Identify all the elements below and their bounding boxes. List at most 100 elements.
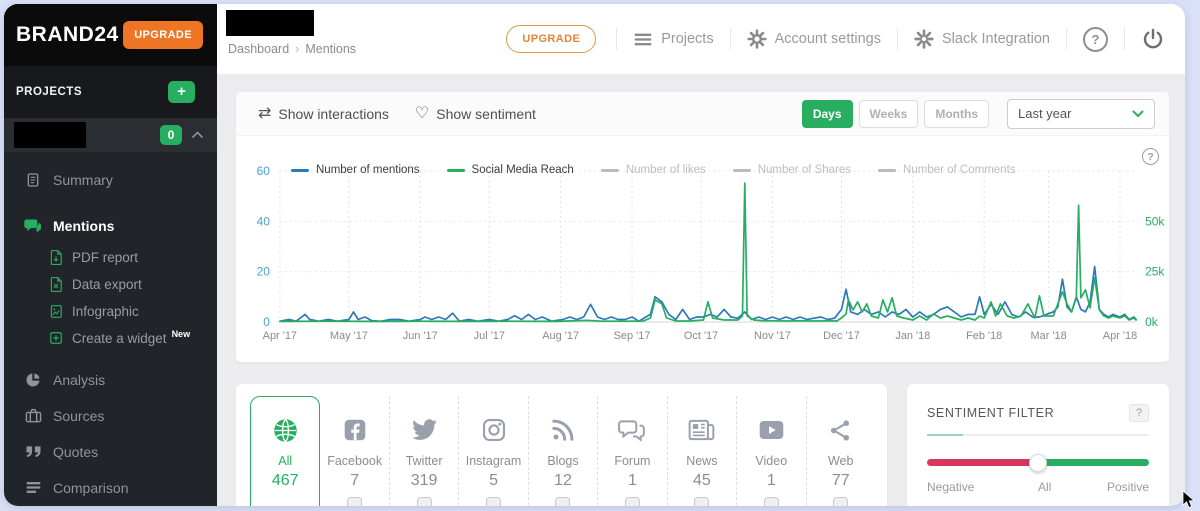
sidebar-item-data-export[interactable]: Data export — [4, 271, 217, 298]
source-count: 1 — [628, 472, 637, 490]
hamburger-icon — [633, 29, 653, 49]
legend-item-social-media-reach[interactable]: Social Media Reach — [447, 164, 574, 176]
breadcrumb: Dashboard › Mentions — [228, 42, 356, 56]
sidebar-item-analysis[interactable]: Analysis — [4, 362, 217, 398]
forum-icon — [618, 416, 646, 444]
chevron-up-icon[interactable] — [192, 131, 203, 139]
svg-text:20: 20 — [257, 265, 271, 279]
source-filter-instagram[interactable]: Instagram 5 — [458, 396, 527, 506]
divider — [927, 434, 1149, 436]
sentiment-slider-handle[interactable] — [1029, 454, 1047, 472]
breadcrumb-separator: › — [295, 42, 299, 56]
chart-legend: Number of mentions Social Media Reach Numb… — [291, 164, 1016, 176]
pdf-icon — [48, 250, 63, 265]
legend-item-number-of-comments[interactable]: Number of Comments — [878, 164, 1015, 176]
sidebar-item-comparison[interactable]: Comparison — [4, 470, 217, 506]
globe-icon — [271, 416, 299, 444]
date-range-select[interactable]: Last year — [1007, 99, 1155, 129]
sidebar-nav: Summary MentionsPDF reportData export Info… — [4, 152, 217, 506]
source-filter-all[interactable]: All467 — [250, 396, 320, 506]
sentiment-help-icon[interactable]: ? — [1129, 404, 1149, 422]
sidebar-item-create-widget[interactable]: Create a widgetNew — [4, 325, 217, 352]
legend-item-number-of-shares[interactable]: Number of Shares — [733, 164, 851, 176]
rss-icon — [549, 416, 577, 444]
bottom-row: All467Facebook7Twitter319 Instagram 5 Blogs… — [236, 384, 1169, 506]
sentiment-filter-title: SENTIMENT FILTER — [927, 406, 1054, 420]
source-checkbox[interactable] — [417, 497, 432, 506]
topbar-item-slack-integration[interactable]: Slack Integration — [914, 29, 1050, 49]
svg-text:Apr '18: Apr '18 — [1103, 330, 1137, 342]
topbar-upgrade-button[interactable]: UPGRADE — [506, 25, 596, 53]
svg-text:0k: 0k — [1145, 315, 1158, 329]
source-filter-news[interactable]: News45 — [667, 396, 736, 506]
show-interactions-toggle[interactable]: ⇄ Show interactions — [258, 106, 389, 122]
legend-item-number-of-likes[interactable]: Number of likes — [601, 164, 706, 176]
add-project-button[interactable]: + — [168, 81, 195, 103]
sidebar-item-pdf-report[interactable]: PDF report — [4, 244, 217, 271]
image-icon — [48, 304, 63, 319]
source-checkbox[interactable] — [833, 497, 848, 506]
main-area: Dashboard › Mentions UPGRADE Projects Acc… — [217, 4, 1185, 506]
twitter-icon — [410, 416, 438, 444]
svg-text:0: 0 — [263, 315, 270, 329]
sentiment-filter-card: SENTIMENT FILTER ? Negative All Positive — [907, 384, 1169, 506]
topbar-item-label: Slack Integration — [942, 31, 1050, 47]
sentiment-track-negative[interactable] — [927, 459, 1038, 466]
topbar-menu: UPGRADE Projects Account settings Slack In… — [506, 25, 1185, 53]
period-months-button[interactable]: Months — [924, 100, 989, 128]
sidebar-item-infographic[interactable]: Infographic — [4, 298, 217, 325]
source-label: Blogs — [547, 454, 578, 468]
source-checkbox[interactable] — [764, 497, 779, 506]
source-checkbox[interactable] — [694, 497, 709, 506]
topbar-item-projects[interactable]: Projects — [633, 29, 713, 49]
period-weeks-button[interactable]: Weeks — [859, 100, 919, 128]
breadcrumb-mentions[interactable]: Mentions — [305, 42, 356, 56]
legend-label: Number of likes — [626, 164, 706, 176]
breadcrumb-dashboard[interactable]: Dashboard — [228, 42, 289, 56]
source-label: Instagram — [466, 454, 522, 468]
svg-text:Jul '17: Jul '17 — [474, 330, 505, 342]
chevron-down-icon — [1132, 110, 1144, 118]
source-count: 5 — [489, 472, 498, 490]
source-checkbox[interactable] — [347, 497, 362, 506]
svg-text:Feb '18: Feb '18 — [966, 330, 1002, 342]
source-count: 1 — [767, 472, 776, 490]
sidebar-upgrade-button[interactable]: UPGRADE — [123, 21, 203, 49]
source-filter-blogs[interactable]: Blogs 12 — [528, 396, 597, 506]
sidebar-item-label: Sources — [53, 408, 104, 424]
project-row[interactable]: 0 — [4, 118, 217, 152]
sidebar-item-sources[interactable]: Sources — [4, 398, 217, 434]
chart-toolbar: ⇄ Show interactions ♡ Show sentiment Day… — [236, 92, 1169, 136]
sentiment-slider[interactable] — [927, 454, 1149, 472]
source-checkbox[interactable] — [625, 497, 640, 506]
source-filter-facebook[interactable]: Facebook7 — [320, 396, 388, 506]
svg-text:Apr '17: Apr '17 — [263, 330, 297, 342]
source-checkbox[interactable] — [555, 497, 570, 506]
source-count: 12 — [554, 472, 572, 490]
source-checkbox[interactable] — [486, 497, 501, 506]
source-filter-forum[interactable]: Forum1 — [597, 396, 666, 506]
source-filter-twitter[interactable]: Twitter319 — [389, 396, 458, 506]
svg-text:40: 40 — [257, 214, 271, 228]
legend-item-number-of-mentions[interactable]: Number of mentions — [291, 164, 420, 176]
period-days-button[interactable]: Days — [802, 100, 853, 128]
topbar-item-account-settings[interactable]: Account settings — [747, 29, 881, 49]
mentions-chart-card: ⇄ Show interactions ♡ Show sentiment Day… — [236, 92, 1169, 362]
sidebar-item-label: Infographic — [72, 304, 139, 319]
excel-icon — [48, 277, 63, 292]
svg-text:Jun '17: Jun '17 — [403, 330, 438, 342]
sentiment-track-positive[interactable] — [1038, 459, 1149, 466]
sentiment-positive-label: Positive — [1107, 480, 1149, 494]
chart-help-icon[interactable]: ? — [1142, 148, 1159, 165]
help-icon[interactable]: ? — [1083, 27, 1108, 52]
sidebar-item-quotes[interactable]: Quotes — [4, 434, 217, 470]
source-filter-web[interactable]: Web77 — [806, 396, 875, 506]
source-label: All — [278, 454, 292, 468]
source-label: Facebook — [327, 454, 382, 468]
sidebar-item-summary[interactable]: Summary — [4, 162, 217, 198]
sidebar-item-mentions[interactable]: Mentions — [4, 208, 217, 244]
show-sentiment-toggle[interactable]: ♡ Show sentiment — [415, 106, 536, 122]
briefcase-icon — [24, 407, 42, 425]
source-filter-video[interactable]: Video1 — [736, 396, 805, 506]
logout-power-icon[interactable] — [1141, 27, 1165, 51]
